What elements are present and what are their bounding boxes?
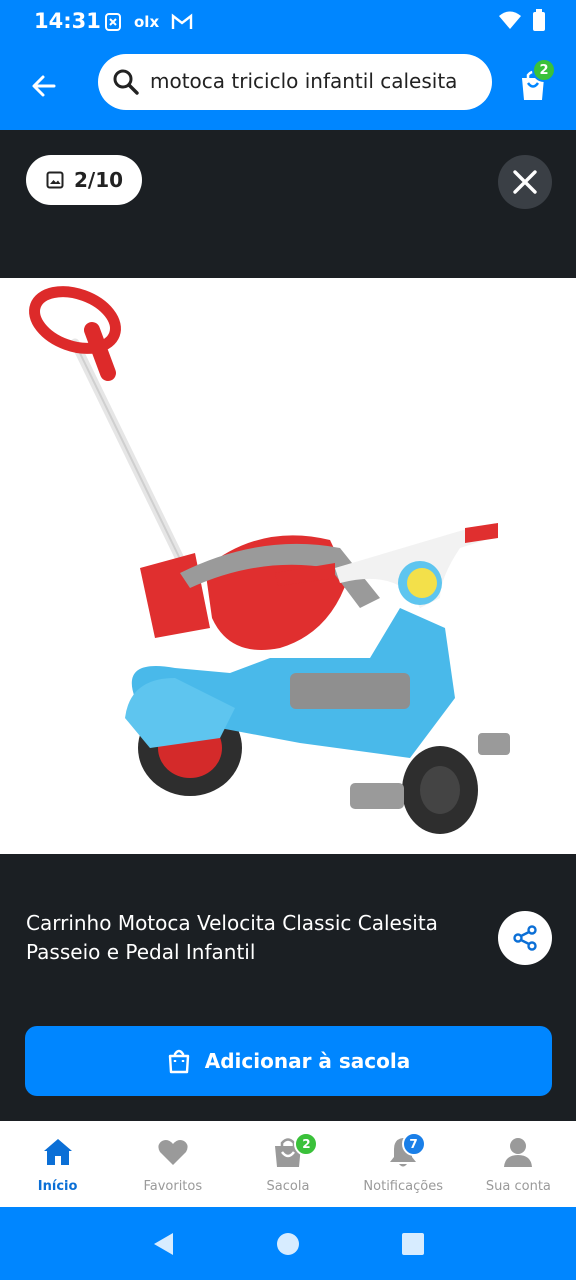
nav-label-notificacoes: Notificações bbox=[363, 1179, 443, 1194]
add-to-bag-label: Adicionar à sacola bbox=[204, 1049, 411, 1073]
gmail-icon bbox=[171, 13, 193, 29]
status-bar: 14:31 olx bbox=[0, 0, 576, 44]
share-button[interactable] bbox=[498, 911, 552, 965]
product-title: Carrinho Motoca Velocita Classic Calesit… bbox=[26, 911, 438, 964]
home-circle-icon[interactable] bbox=[276, 1232, 300, 1256]
status-notification-icons: olx bbox=[104, 10, 193, 34]
wifi-icon bbox=[499, 11, 521, 29]
share-icon bbox=[513, 925, 537, 951]
nav-item-sacola[interactable]: 2 Sacola bbox=[230, 1121, 345, 1207]
status-time: 14:31 bbox=[34, 9, 101, 33]
cart-count-badge: 2 bbox=[532, 58, 556, 82]
nav-item-inicio[interactable]: Início bbox=[0, 1121, 115, 1207]
nav-label-sua-conta: Sua conta bbox=[485, 1179, 551, 1194]
olx-icon: olx bbox=[134, 13, 160, 31]
search-input[interactable]: motoca triciclo infantil calesita bbox=[98, 54, 492, 110]
image-counter-text: 2/10 bbox=[74, 168, 124, 192]
nav-label-sacola: Sacola bbox=[266, 1179, 310, 1194]
recents-square-icon[interactable] bbox=[401, 1232, 425, 1256]
arrow-left-icon bbox=[32, 75, 56, 97]
close-gallery-button[interactable] bbox=[498, 155, 552, 209]
nav-item-sua-conta[interactable]: Sua conta bbox=[461, 1121, 576, 1207]
nav-item-favoritos[interactable]: Favoritos bbox=[115, 1121, 230, 1207]
bottom-navigation: Início Favoritos 2 Sacola 7 Notificações… bbox=[0, 1121, 576, 1207]
shopping-bag-icon bbox=[168, 1049, 189, 1074]
nav-item-notificacoes[interactable]: 7 Notificações bbox=[346, 1121, 461, 1207]
nav-label-favoritos: Favoritos bbox=[143, 1179, 203, 1194]
nav-label-inicio: Início bbox=[37, 1179, 78, 1194]
product-image[interactable] bbox=[0, 278, 576, 854]
home-icon bbox=[43, 1139, 72, 1165]
add-to-bag-button[interactable]: Adicionar à sacola bbox=[25, 1026, 552, 1096]
battery-icon bbox=[533, 9, 545, 31]
image-counter: 2/10 bbox=[26, 155, 142, 205]
person-icon bbox=[504, 1138, 533, 1167]
heart-icon bbox=[158, 1140, 188, 1165]
close-icon bbox=[513, 170, 537, 194]
status-system-icons bbox=[498, 9, 546, 31]
app-header: motoca triciclo infantil calesita 2 bbox=[0, 44, 576, 130]
image-icon bbox=[46, 171, 64, 189]
bag-count-badge: 2 bbox=[294, 1132, 319, 1156]
search-query: motoca triciclo infantil calesita bbox=[150, 69, 458, 93]
notification-count-badge: 7 bbox=[401, 1132, 426, 1156]
back-button[interactable] bbox=[22, 64, 66, 108]
system-navigation-bar bbox=[0, 1207, 576, 1280]
tricycle-illustration bbox=[29, 286, 510, 834]
back-triangle-icon[interactable] bbox=[151, 1231, 175, 1257]
search-icon bbox=[113, 69, 139, 95]
notification-app-icon bbox=[105, 13, 121, 31]
